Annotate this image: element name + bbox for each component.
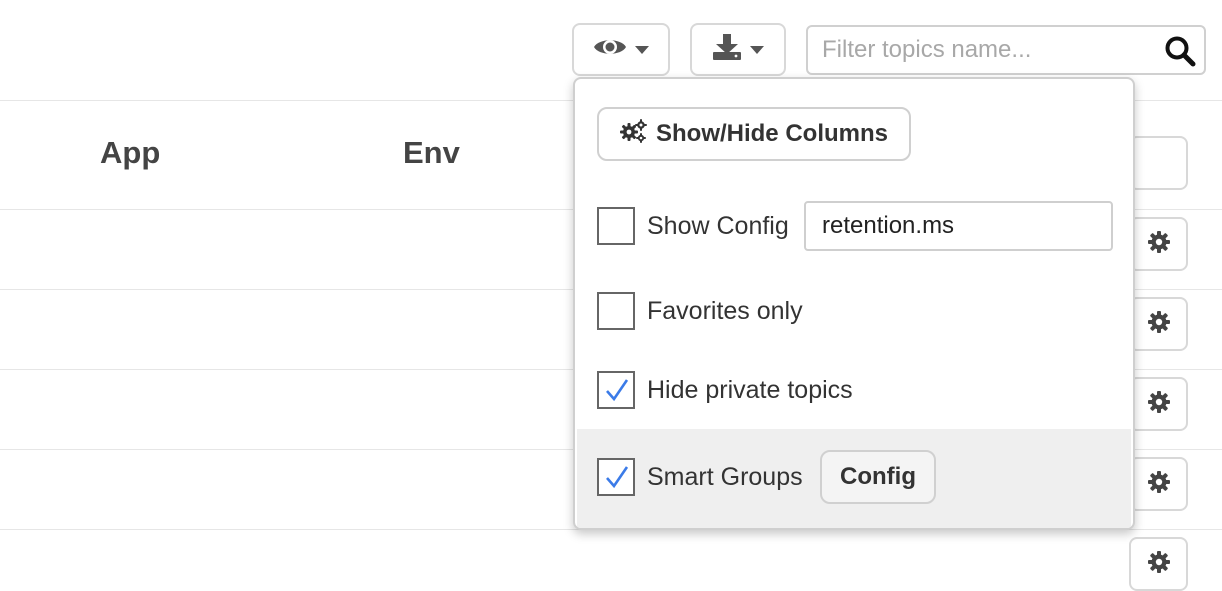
smart-groups-label: Smart Groups: [647, 463, 803, 491]
gear-icon: [1147, 310, 1171, 339]
row-settings-button[interactable]: [1129, 377, 1188, 431]
gear-icon: [1147, 550, 1171, 579]
column-options-dropdown: Show/Hide Columns Show Config Favorites …: [573, 77, 1135, 530]
row-settings-button[interactable]: [1129, 457, 1188, 511]
gear-icon: [1147, 470, 1171, 499]
option-hide-private-topics: Hide private topics: [575, 370, 1133, 410]
config-key-input[interactable]: [804, 201, 1113, 251]
column-header-app[interactable]: App: [100, 135, 160, 171]
hide-private-label: Hide private topics: [647, 376, 853, 404]
option-favorites-only: Favorites only: [575, 291, 1133, 331]
option-smart-groups: Smart Groups Config: [577, 429, 1131, 528]
show-hide-columns-button[interactable]: Show/Hide Columns: [597, 107, 911, 161]
favorites-only-checkbox[interactable]: [597, 292, 635, 330]
row-settings-button[interactable]: [1129, 217, 1188, 271]
option-show-config: Show Config: [575, 201, 1133, 251]
row-settings-button[interactable]: [1129, 537, 1188, 591]
gear-icon: [1147, 390, 1171, 419]
checkmark-icon: [606, 379, 629, 402]
show-config-label: Show Config: [647, 212, 789, 240]
search-box: [806, 25, 1206, 75]
show-config-checkbox[interactable]: [597, 207, 635, 245]
row-settings-button[interactable]: [1129, 297, 1188, 351]
gear-icon: [1147, 230, 1171, 259]
smart-groups-config-button[interactable]: Config: [820, 450, 936, 504]
download-button[interactable]: [690, 23, 786, 76]
column-visibility-button[interactable]: [572, 23, 670, 76]
header-action-button[interactable]: [1129, 136, 1188, 190]
smart-groups-checkbox[interactable]: [597, 458, 635, 496]
eye-icon: [593, 36, 627, 63]
chevron-down-icon: [750, 45, 764, 54]
search-icon[interactable]: [1164, 35, 1196, 72]
search-input[interactable]: [822, 27, 1152, 73]
hide-private-checkbox[interactable]: [597, 371, 635, 409]
chevron-down-icon: [635, 45, 649, 54]
checkmark-icon: [606, 466, 629, 489]
favorites-only-label: Favorites only: [647, 297, 803, 325]
column-header-env[interactable]: Env: [403, 135, 460, 171]
gears-icon: [619, 118, 648, 150]
download-icon: [712, 33, 742, 66]
show-hide-columns-label: Show/Hide Columns: [655, 120, 888, 147]
